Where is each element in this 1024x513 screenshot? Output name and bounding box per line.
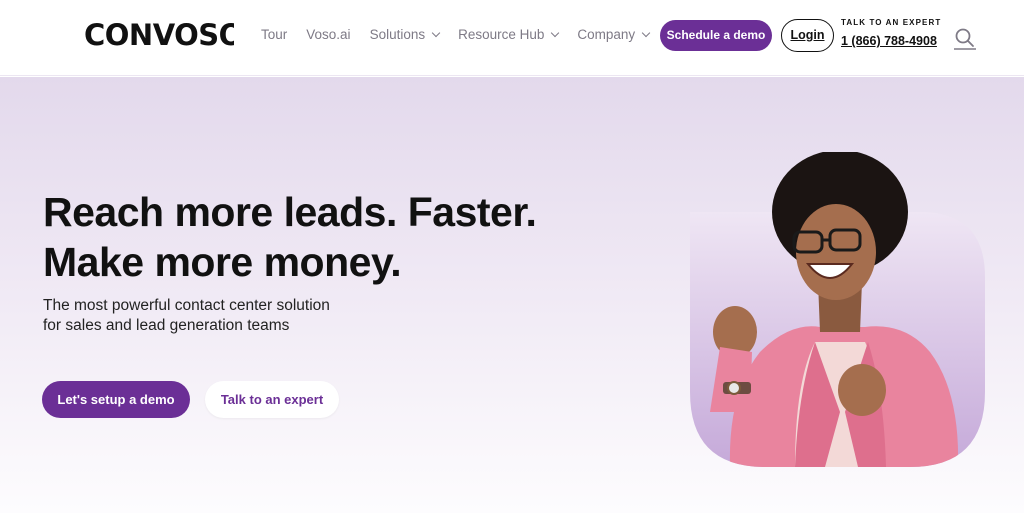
schedule-demo-button[interactable]: Schedule a demo xyxy=(660,20,772,51)
main-nav: Tour Voso.ai Solutions Resource Hub Comp… xyxy=(261,26,668,44)
setup-demo-button[interactable]: Let's setup a demo xyxy=(42,381,190,418)
nav-item-label: Solutions xyxy=(369,27,426,42)
search-icon[interactable] xyxy=(953,26,977,50)
nav-item-resource-hub[interactable]: Resource Hub xyxy=(458,26,560,44)
nav-item-company[interactable]: Company xyxy=(577,26,651,44)
nav-item-voso-ai[interactable]: Voso.ai xyxy=(306,26,350,44)
subhead-line: The most powerful contact center solutio… xyxy=(43,297,330,314)
nav-item-label: Voso.ai xyxy=(306,27,351,42)
hero-headline: Reach more leads. Faster. Make more mone… xyxy=(43,187,537,287)
chevron-down-icon xyxy=(641,28,651,38)
talk-to-expert-box: TALK TO AN EXPERT 1 (866) 788-4908 xyxy=(841,18,941,49)
login-button[interactable]: Login xyxy=(781,19,834,52)
logo-wordmark: CONVOSO xyxy=(84,18,243,52)
talk-to-expert-button[interactable]: Talk to an expert xyxy=(205,381,339,418)
expert-label: TALK TO AN EXPERT xyxy=(841,18,942,27)
hero-photo xyxy=(690,150,985,467)
site-header: CONVOSO Tour Voso.ai Solutions Resource … xyxy=(0,0,1024,76)
subhead-line: for sales and lead generation teams xyxy=(43,317,290,334)
nav-item-label: Resource Hub xyxy=(458,27,545,42)
headline-line: Reach more leads. Faster. xyxy=(43,189,537,235)
chevron-down-icon xyxy=(431,28,441,38)
headline-line: Make more money. xyxy=(43,239,402,285)
phone-link[interactable]: 1 (866) 788-4908 xyxy=(841,33,941,49)
chevron-down-icon xyxy=(551,28,560,38)
convoso-logo[interactable]: CONVOSO xyxy=(84,18,243,60)
nav-item-label: Company xyxy=(577,27,636,42)
nav-item-tour[interactable]: Tour xyxy=(261,26,287,44)
nav-item-solutions[interactable]: Solutions xyxy=(369,26,441,44)
hero-subheading: The most powerful contact center solutio… xyxy=(43,296,373,336)
svg-text:CONVOSO: CONVOSO xyxy=(84,18,234,52)
hero-section: Reach more leads. Faster. Make more mone… xyxy=(0,77,1024,513)
nav-item-label: Tour xyxy=(261,27,288,42)
